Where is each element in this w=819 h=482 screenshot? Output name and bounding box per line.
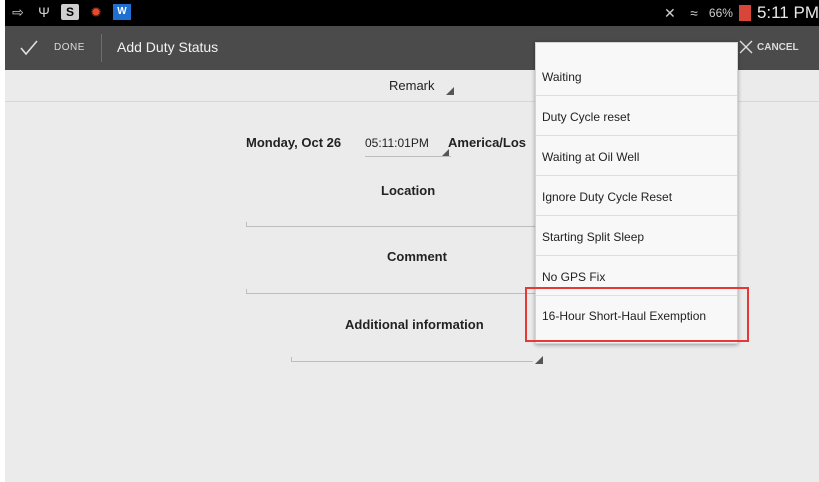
- action-bar-divider: [101, 34, 102, 62]
- menu-item-waiting-at-oil-well[interactable]: Waiting at Oil Well: [536, 137, 737, 176]
- status-bar: ⇨ Ψ S ✹ W ✕ ≈ 66% 5:11 PM: [5, 0, 819, 26]
- mute-icon: ✕: [664, 5, 676, 21]
- status-bar-left-icons: ⇨ Ψ S ✹ W: [9, 4, 131, 20]
- menu-item-label: Waiting at Oil Well: [542, 150, 640, 164]
- close-icon: [739, 40, 753, 54]
- date-label[interactable]: Monday, Oct 26: [246, 135, 341, 150]
- time-underline: [365, 156, 451, 157]
- wifi-icon: ≈: [690, 5, 698, 21]
- time-spinner-arrow-icon: [442, 149, 449, 156]
- app-frame: ⇨ Ψ S ✹ W ✕ ≈ 66% 5:11 PM DONE Add Duty …: [5, 0, 819, 482]
- menu-item-label: No GPS Fix: [542, 270, 606, 284]
- menu-item-label: Duty Cycle reset: [542, 110, 631, 124]
- location-input[interactable]: [246, 222, 536, 227]
- time-spinner[interactable]: 05:11:01PM: [365, 136, 429, 150]
- menu-item-label: Starting Split Sleep: [542, 230, 645, 244]
- status-type-spinner[interactable]: Remark: [389, 78, 435, 93]
- app-s-icon: S: [61, 4, 79, 20]
- menu-item-waiting[interactable]: Waiting: [536, 57, 737, 96]
- menu-item-duty-cycle-reset[interactable]: Duty Cycle reset: [536, 97, 737, 136]
- menu-item-label: Ignore Duty Cycle Reset: [542, 190, 673, 204]
- clock: 5:11 PM: [756, 3, 819, 22]
- timezone-label[interactable]: America/Los: [448, 135, 526, 150]
- battery-icon: [738, 5, 751, 21]
- done-label: DONE: [54, 42, 85, 53]
- comment-label: Comment: [387, 249, 447, 264]
- location-label: Location: [381, 183, 436, 198]
- highlight-annotation: [525, 287, 749, 342]
- word-icon: W: [113, 4, 131, 20]
- additional-info-arrow-icon: [535, 356, 543, 364]
- battery-percent: 66%: [708, 6, 733, 20]
- done-button[interactable]: DONE: [5, 26, 101, 70]
- menu-item-ignore-duty-cycle-reset[interactable]: Ignore Duty Cycle Reset: [536, 177, 737, 216]
- cast-icon: ⇨: [12, 4, 24, 20]
- menu-item-starting-split-sleep[interactable]: Starting Split Sleep: [536, 217, 737, 256]
- status-bar-right: ✕ ≈ 66% 5:11 PM: [661, 3, 819, 23]
- alert-icon: ✹: [90, 4, 102, 20]
- usb-icon: Ψ: [38, 4, 50, 20]
- page-title: Add Duty Status: [117, 39, 219, 55]
- cancel-button[interactable]: CANCEL: [735, 26, 819, 70]
- comment-input[interactable]: [246, 289, 536, 294]
- cancel-label: CANCEL: [757, 42, 799, 53]
- menu-item-label: Waiting: [542, 70, 582, 84]
- checkmark-icon: [20, 40, 38, 56]
- additional-info-label: Additional information: [345, 317, 484, 332]
- spinner-arrow-icon: [446, 87, 454, 95]
- additional-info-spinner[interactable]: [291, 357, 533, 362]
